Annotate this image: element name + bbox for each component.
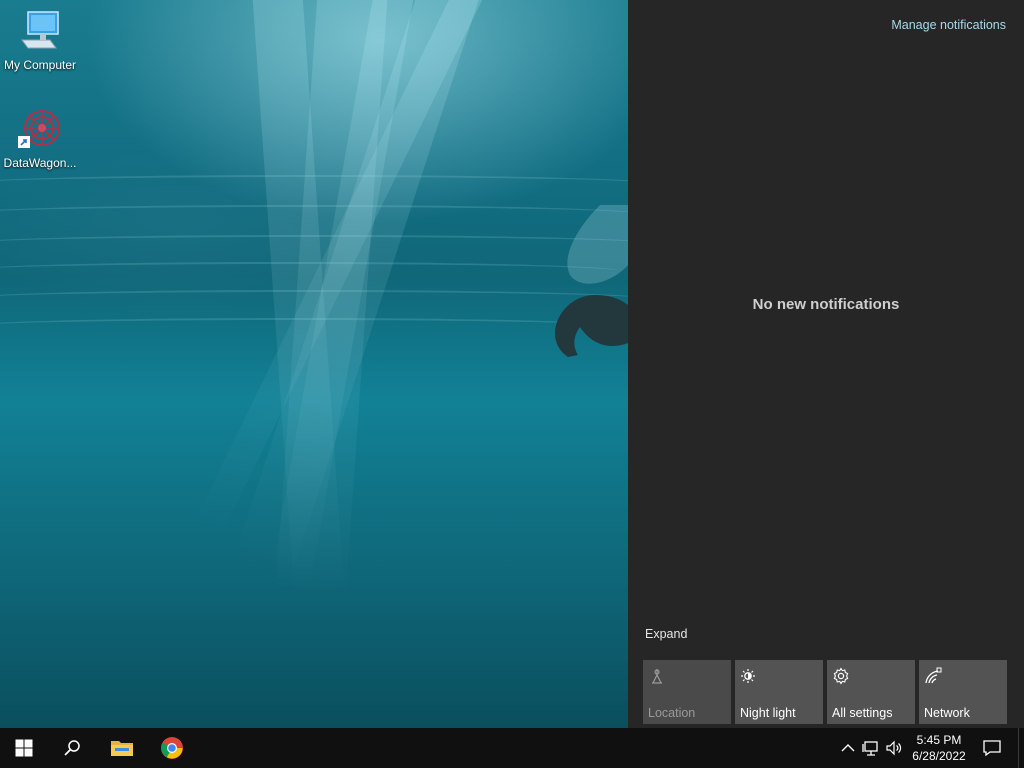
swimmer-figure (554, 205, 628, 357)
action-center-button[interactable] (976, 728, 1024, 768)
quick-action-night-light[interactable]: Night light (735, 660, 823, 724)
chrome-button[interactable] (148, 728, 196, 768)
volume-icon[interactable] (884, 738, 904, 758)
datawagon-icon (18, 110, 60, 148)
no-notifications-message: No new notifications (752, 296, 900, 313)
network-icon (925, 667, 942, 684)
quick-action-all-settings[interactable]: All settings (827, 660, 915, 724)
taskbar-clock[interactable]: 5:45 PM 6/28/2022 (904, 732, 974, 764)
file-explorer-icon (111, 741, 133, 756)
water-ripple (0, 318, 630, 336)
settings-gear-icon (833, 667, 849, 685)
desktop-icon-my-computer[interactable]: My Computer (2, 8, 78, 72)
show-desktop-button[interactable] (1018, 728, 1024, 768)
taskbar: 5:45 PM 6/28/2022 (0, 728, 1024, 768)
windows-start-icon (15, 739, 33, 757)
chevron-up-icon[interactable] (838, 738, 858, 758)
file-explorer-button[interactable] (98, 728, 146, 768)
quick-action-label: All settings (832, 706, 893, 720)
clock-time: 5:45 PM (916, 733, 962, 747)
water-ripple (0, 262, 620, 280)
night-light-icon (741, 669, 755, 683)
desktop-icon-label: DataWagon... (3, 156, 77, 170)
expand-quick-actions-link[interactable]: Expand (645, 627, 687, 641)
computer-icon (21, 11, 59, 49)
desktop-icon-datawagon[interactable]: DataWagon... (2, 106, 78, 170)
search-button[interactable] (48, 728, 96, 768)
quick-action-location[interactable]: Location (643, 660, 731, 724)
location-icon (652, 669, 662, 684)
quick-action-network[interactable]: Network (919, 660, 1007, 724)
search-icon (64, 740, 80, 756)
action-center-panel: Manage notifications No new notification… (628, 0, 1024, 728)
manage-notifications-link[interactable]: Manage notifications (891, 18, 1006, 32)
network-icon[interactable] (861, 738, 881, 758)
desktop-icon-label: My Computer (3, 58, 77, 72)
start-button[interactable] (0, 728, 48, 768)
chrome-icon (161, 737, 183, 759)
water-ripple (0, 175, 660, 193)
quick-action-label: Location (648, 706, 696, 720)
quick-action-label: Network (924, 706, 970, 720)
quick-action-label: Night light (740, 706, 796, 720)
notification-icon (983, 740, 1001, 757)
quick-actions-grid: Location Night light All settings Networ… (643, 660, 1015, 724)
clock-date: 6/28/2022 (912, 749, 966, 763)
